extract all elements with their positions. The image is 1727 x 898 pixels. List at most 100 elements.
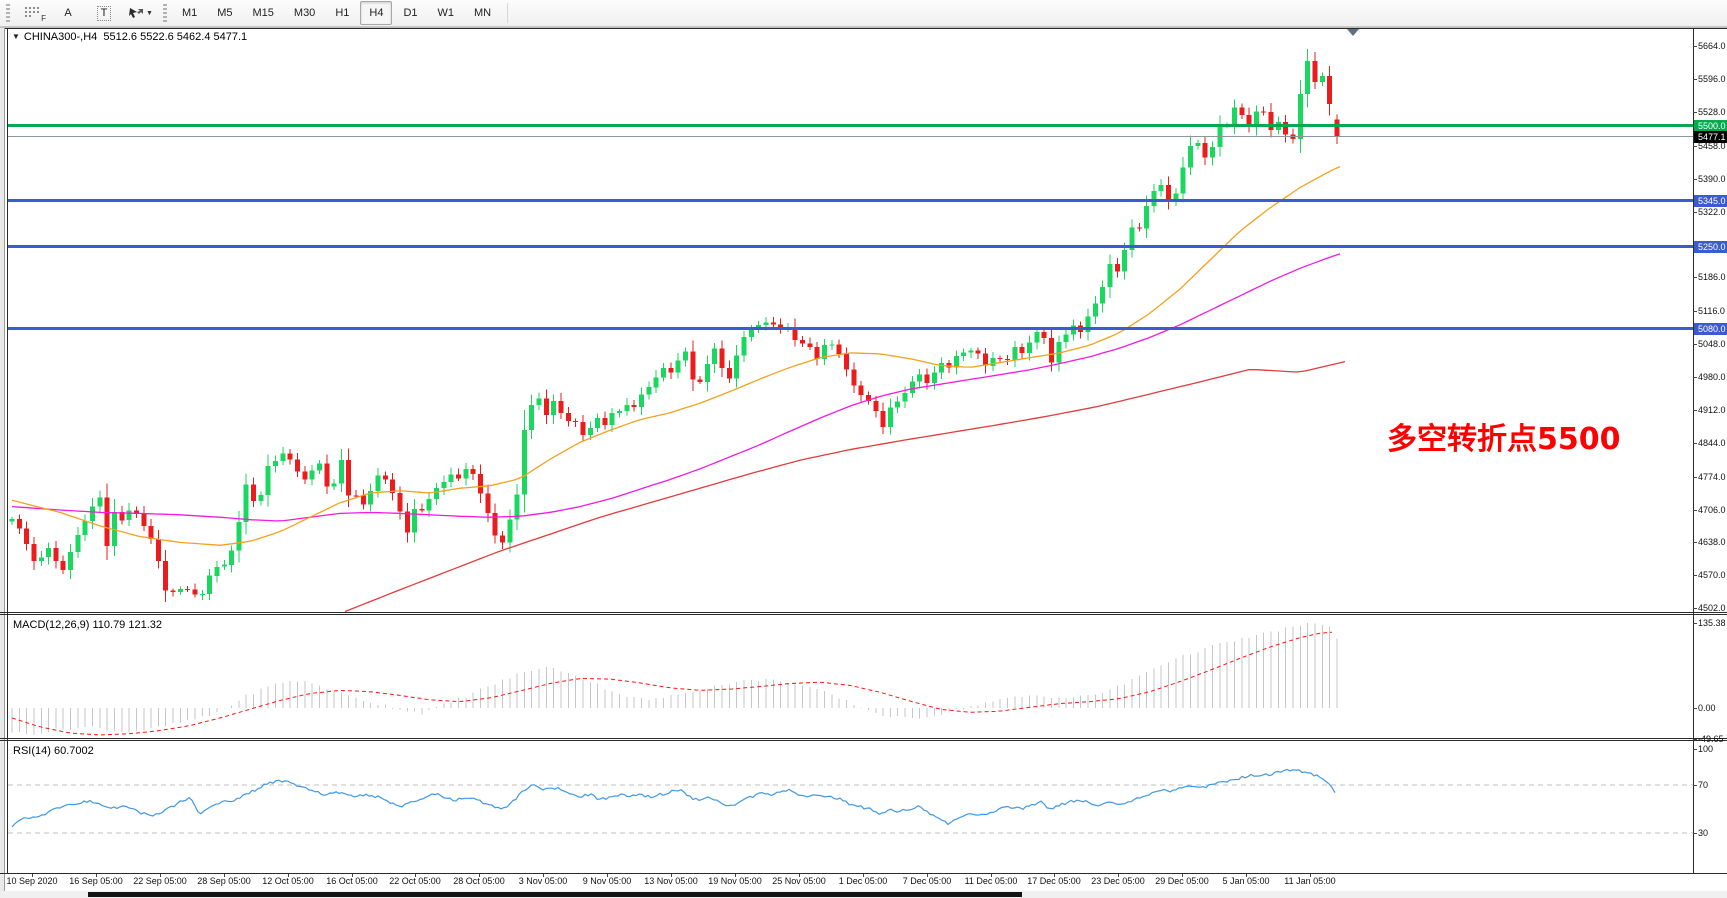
price-tick-label: 5186.0 [1698, 272, 1726, 282]
ma-slow-red-line [345, 362, 1345, 612]
horizontal-line-objects[interactable] [8, 126, 1693, 329]
price-tick-mark [1693, 344, 1697, 345]
dropdown-caret-icon: ▼ [146, 10, 153, 17]
price-axis-border [1693, 28, 1694, 873]
time-axis-label: 28 Sep 05:00 [197, 876, 251, 886]
price-tick-label: 5322.0 [1698, 207, 1726, 217]
timeframe-W1[interactable]: W1 [429, 1, 464, 25]
price-tick-label: 4706.0 [1698, 505, 1726, 515]
chart-ohlc-values: 5512.6 5522.6 5462.4 5477.1 [103, 31, 247, 43]
timeframe-buttons: M1M5M15M30H1H4D1W1MN [172, 1, 501, 25]
timeframe-D1[interactable]: D1 [394, 1, 426, 25]
price-label-chip-5250.0: 5250.0 [1694, 241, 1727, 253]
timeframe-M15[interactable]: M15 [244, 1, 283, 25]
grid-f-label: F [41, 14, 46, 23]
chart-title: ▼ CHINA300-,H4 5512.6 5522.6 5462.4 5477.… [12, 31, 247, 43]
rsi-tick-label: 70 [1698, 780, 1708, 790]
price-label-chip-5080.0: 5080.0 [1694, 323, 1727, 335]
toolbar: F A T ▼ M1M5M15M30H1H4D1W1MN [0, 0, 1727, 27]
price-tick-mark [1693, 377, 1697, 378]
timeframe-MN[interactable]: MN [465, 1, 500, 25]
price-tick-mark [1693, 477, 1697, 478]
rsi-tick-mark [1693, 785, 1697, 786]
price-tick-mark [1693, 510, 1697, 511]
price-tick-label: 4638.0 [1698, 537, 1726, 547]
rsi-tick-label: 100 [1698, 744, 1713, 754]
macd-tick-label: 135.38 [1698, 618, 1726, 628]
time-axis-label: 5 Jan 05:00 [1222, 876, 1269, 886]
main-chart-pane[interactable] [8, 29, 1693, 612]
chart-text-annotation[interactable]: 多空转折点5500 [1387, 414, 1621, 458]
time-axis-label: 10 Sep 2020 [6, 876, 57, 886]
price-tick-mark [1693, 179, 1697, 180]
time-axis-label: 25 Nov 05:00 [772, 876, 826, 886]
time-axis-label: 13 Nov 05:00 [644, 876, 698, 886]
rsi-tick-label: 30 [1698, 828, 1708, 838]
price-tick-label: 5664.0 [1698, 41, 1726, 51]
time-axis-label: 16 Oct 05:00 [326, 876, 378, 886]
font-a-label: A [64, 7, 71, 19]
time-axis-label: 12 Oct 05:00 [262, 876, 314, 886]
time-axis-label: 11 Jan 05:00 [1284, 876, 1335, 886]
time-axis-label: 16 Sep 05:00 [69, 876, 123, 886]
toolbar-grip[interactable] [6, 4, 10, 22]
time-axis-label: 11 Dec 05:00 [965, 876, 1018, 886]
macd-histogram [12, 623, 1337, 735]
toolbar-grip-2[interactable] [163, 4, 167, 22]
timeframe-M1[interactable]: M1 [173, 1, 206, 25]
price-tick-mark [1693, 542, 1697, 543]
time-axis-label: 3 Nov 05:00 [519, 876, 568, 886]
timeframe-M30[interactable]: M30 [285, 1, 324, 25]
price-label-chip-5477.1: 5477.1 [1694, 131, 1727, 143]
time-axis-label: 28 Oct 05:00 [453, 876, 505, 886]
price-tick-mark [1693, 277, 1697, 278]
symbol-caret-icon[interactable]: ▼ [12, 32, 20, 41]
price-tick-label: 4844.0 [1698, 438, 1726, 448]
macd-tick-mark [1693, 708, 1697, 709]
time-axis-label: 19 Nov 05:00 [708, 876, 762, 886]
timeframe-H4[interactable]: H4 [360, 1, 392, 25]
price-tick-mark [1693, 410, 1697, 411]
timeframe-H1[interactable]: H1 [326, 1, 358, 25]
macd-separator-top [0, 612, 1727, 613]
bottom-window-edge [88, 892, 1022, 897]
rsi-tick-mark [1693, 833, 1697, 834]
ma-fast-orange-line [12, 167, 1340, 546]
metatrader-window: F A T ▼ M1M5M15M30H1H4D1W1MN ▼C [0, 0, 1727, 898]
time-axis-label: 1 Dec 05:00 [839, 876, 888, 886]
price-tick-mark [1693, 443, 1697, 444]
rsi-separator-top [0, 738, 1727, 739]
dots-grid-icon [25, 7, 39, 19]
down-triangle-marker[interactable] [1347, 29, 1359, 36]
font-a-button[interactable]: A [51, 1, 85, 25]
price-tick-label: 5528.0 [1698, 107, 1726, 117]
template-grid-button[interactable]: F [15, 1, 49, 25]
price-tick-label: 5390.0 [1698, 174, 1726, 184]
macd-tick-mark [1693, 623, 1697, 624]
price-tick-label: 4502.0 [1698, 603, 1726, 613]
text-box-button[interactable]: T [87, 1, 121, 25]
price-tick-mark [1693, 46, 1697, 47]
price-tick-mark [1693, 212, 1697, 213]
macd-tick-mark [1693, 739, 1697, 740]
candles [10, 49, 1340, 602]
price-tick-label: 4774.0 [1698, 472, 1726, 482]
rsi-line [12, 770, 1335, 828]
chart-symbol-period: CHINA300-,H4 [24, 31, 97, 43]
price-tick-label: 4570.0 [1698, 570, 1726, 580]
price-tick-mark [1693, 112, 1697, 113]
price-tick-mark [1693, 79, 1697, 80]
price-tick-mark [1693, 608, 1697, 609]
timeframe-M5[interactable]: M5 [208, 1, 241, 25]
toolbar-separator [507, 3, 508, 23]
ma-mid-magenta-line [12, 254, 1340, 521]
price-label-chip-5345.0: 5345.0 [1694, 195, 1727, 207]
price-tick-label: 5116.0 [1698, 306, 1725, 316]
time-axis-label: 22 Oct 05:00 [389, 876, 441, 886]
rsi-pane[interactable] [8, 741, 1693, 873]
draw-objects-button[interactable]: ▼ [123, 1, 158, 25]
macd-pane[interactable] [8, 615, 1693, 738]
time-axis-label: 29 Dec 05:00 [1155, 876, 1209, 886]
rsi-indicator-label: RSI(14) 60.7002 [13, 745, 94, 757]
time-axis-label: 9 Nov 05:00 [583, 876, 632, 886]
